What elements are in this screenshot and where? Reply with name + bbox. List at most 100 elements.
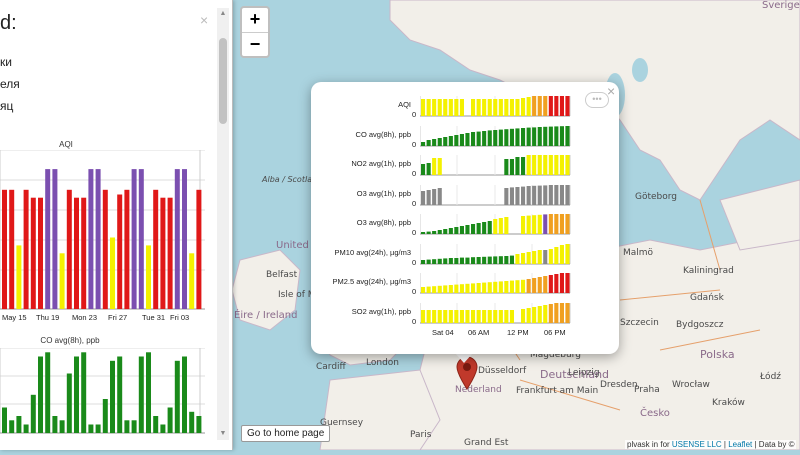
popup-row-3-bar xyxy=(532,185,537,205)
popup-row-zero-2: 0 xyxy=(412,169,417,178)
popup-row-chart-5 xyxy=(420,243,571,264)
mini-co-bar xyxy=(74,356,79,433)
popup-row-4-bar xyxy=(526,215,531,234)
popup-row-4-bar xyxy=(482,222,487,234)
popup-row-7-bar xyxy=(509,309,514,323)
popup-row-6-bar xyxy=(454,284,459,293)
mini-co-bar xyxy=(167,407,173,433)
popup-row-3-bar xyxy=(437,187,442,205)
popup-row-4-bar xyxy=(476,223,481,234)
mini-co-bar xyxy=(146,352,151,434)
side-panel-option-3[interactable]: яц xyxy=(0,99,13,113)
popup-row-chart-1 xyxy=(420,125,571,146)
side-panel-close-icon[interactable]: × xyxy=(200,12,208,28)
popup-row-5-bar xyxy=(504,255,509,264)
mini-aqi-bar xyxy=(9,189,15,310)
mini-co-bar xyxy=(189,411,195,434)
mini-co-bar xyxy=(52,416,58,433)
home-button[interactable]: Go to home page xyxy=(241,425,331,442)
popup-row-1-bar xyxy=(559,125,564,146)
popup-row-6-bar xyxy=(526,279,531,293)
mini-co-bar xyxy=(88,424,94,433)
mini-co-bar xyxy=(124,420,130,434)
popup-row-1-bar xyxy=(421,141,426,146)
popup-row-2-bar xyxy=(554,155,559,175)
popup-row-1-bar xyxy=(543,126,548,146)
popup-row-3-bar xyxy=(521,186,526,205)
popup-row-5-bar xyxy=(565,243,570,264)
map-attribution: plvask in for USENSE LLC | Leaflet | Dat… xyxy=(625,440,797,449)
popup-row-chart-7 xyxy=(420,302,571,323)
attribution-link-leaflet[interactable]: Leaflet xyxy=(728,440,752,449)
mini-co-bar xyxy=(117,356,123,433)
mini-aqi-bar xyxy=(66,189,72,310)
side-panel-option-2[interactable]: еля xyxy=(0,77,20,91)
side-panel: d: × ки еля яц AQI May 15 Thu 19 Mon 23 … xyxy=(0,0,233,450)
mini-co-bar xyxy=(30,394,36,434)
map-label-paris: Paris xyxy=(410,430,432,440)
map-label-london: London xyxy=(366,358,399,368)
popup-row-4-bar xyxy=(421,232,426,234)
popup-row-0-bar xyxy=(454,99,459,116)
mini-aqi-bar xyxy=(138,169,144,309)
map-label-lodz: Łódź xyxy=(760,372,782,382)
popup-row-7-bar xyxy=(554,302,559,323)
scroll-down-icon[interactable]: ▼ xyxy=(219,430,227,438)
popup-row-label-5: PM10 avg(24h), µg/m3 xyxy=(334,247,411,257)
zoom-control: + − xyxy=(240,6,270,58)
map-label-leipzig: Leipzig xyxy=(568,368,600,378)
popup-x-tick-4: 06 PM xyxy=(544,328,566,337)
popup-row-4-bar xyxy=(504,217,509,234)
popup-row-5-bar xyxy=(526,251,531,264)
popup-row-0-bar xyxy=(559,96,564,116)
popup-row-4-bar xyxy=(498,218,503,234)
side-panel-option-1[interactable]: ки xyxy=(0,55,12,69)
popup-row-5-bar xyxy=(465,257,470,264)
mini-aqi-bar xyxy=(74,197,79,309)
mini-co-bar xyxy=(23,424,29,433)
side-panel-scrollbar[interactable]: ▲ ▼ xyxy=(217,8,229,440)
popup-row-0-bar xyxy=(521,98,526,116)
popup-row-7-bar xyxy=(465,309,470,323)
popup-row-zero-1: 0 xyxy=(412,139,417,149)
mini-chart-co-title: CO avg(8h), ppb xyxy=(40,336,100,345)
popup-row-0-bar xyxy=(515,99,520,116)
popup-row-6-bar xyxy=(504,281,509,293)
scrollbar-thumb[interactable] xyxy=(219,38,227,124)
zoom-in-button[interactable]: + xyxy=(242,8,268,33)
popup-row-2-bar xyxy=(559,155,564,175)
popup-row-6-bar xyxy=(548,275,553,293)
popup-row-1-bar xyxy=(432,138,437,146)
zoom-out-button[interactable]: − xyxy=(242,33,268,57)
popup-row-2-bar xyxy=(504,159,509,175)
popup-row-5-bar xyxy=(471,256,476,264)
mini-aqi-bar xyxy=(131,169,137,309)
popup-row-6-bar xyxy=(554,274,559,293)
popup-row-0-bar xyxy=(543,96,548,116)
popup-row-7-bar xyxy=(543,304,548,323)
popup-row-1-bar xyxy=(532,126,537,146)
scroll-up-icon[interactable]: ▲ xyxy=(219,10,227,18)
map-label-sverige: Sverige xyxy=(762,0,800,11)
popup-row-5-bar xyxy=(548,248,553,264)
popup-row-4-bar xyxy=(543,214,548,234)
popup-row-5-bar xyxy=(443,257,448,264)
popup-row-6-bar xyxy=(532,278,537,293)
mini-tick-1: May 15 xyxy=(2,313,27,322)
attribution-link-usense[interactable]: USENSE LLC xyxy=(672,440,722,449)
popup-row-7-bar xyxy=(565,302,570,323)
mini-co-bar xyxy=(45,352,51,434)
popup-row-zero-0: 0 xyxy=(412,110,417,119)
mini-co-bar xyxy=(138,356,144,433)
popup-more-icon[interactable]: ••• xyxy=(585,92,609,108)
map-label-grand-est: Grand Est xyxy=(464,438,509,448)
mini-tick-6: Fri 03 xyxy=(170,313,190,322)
popup-row-0-bar xyxy=(504,99,509,116)
mini-aqi-bar xyxy=(174,169,180,309)
popup-row-label-2: NO2 avg(1h), ppb xyxy=(351,159,411,168)
popup-row-6-bar xyxy=(515,280,520,293)
mini-co-bar xyxy=(153,416,159,433)
popup-row-1-bar xyxy=(554,125,559,146)
popup-row-6-bar xyxy=(443,285,448,293)
popup-row-5-bar xyxy=(537,249,542,264)
